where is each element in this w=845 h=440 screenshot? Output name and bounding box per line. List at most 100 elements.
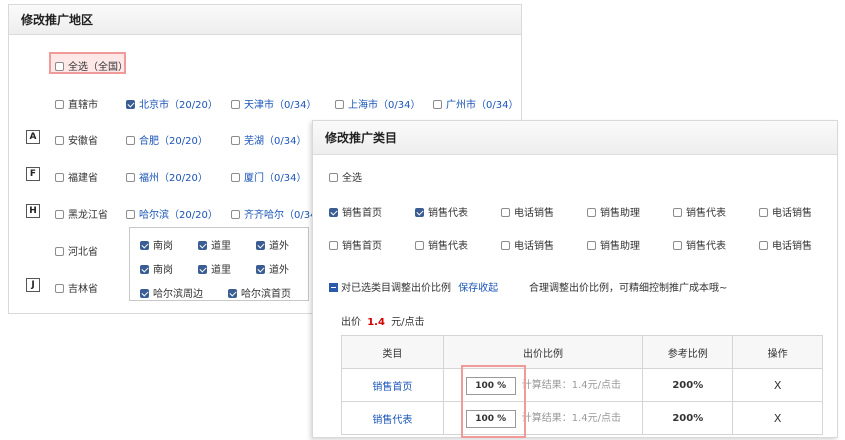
city-option[interactable]: 厦门（0/34） — [231, 169, 306, 184]
category-option-label: 电话销售 — [514, 241, 554, 252]
checkbox-icon[interactable] — [231, 136, 240, 145]
checkbox-icon[interactable] — [55, 136, 64, 145]
checkbox-icon[interactable] — [55, 247, 64, 256]
category-select-all[interactable]: 全选 — [329, 169, 362, 184]
province-option[interactable]: 吉林省 — [55, 280, 98, 295]
category-option[interactable]: 销售首页 — [329, 237, 382, 252]
checkbox-icon[interactable] — [673, 241, 682, 250]
district-option[interactable]: 道里 — [198, 237, 231, 252]
district-option[interactable]: 道外 — [256, 261, 289, 276]
checkbox-icon[interactable] — [329, 208, 338, 217]
district-option[interactable]: 哈尔滨首页 — [228, 285, 291, 300]
checkbox-icon[interactable] — [231, 100, 240, 109]
region-panel-title: 修改推广地区 — [9, 5, 521, 35]
checkbox-icon[interactable] — [501, 208, 510, 217]
checkbox-icon[interactable] — [55, 284, 64, 293]
checkbox-icon[interactable] — [198, 241, 207, 250]
district-option[interactable]: 南岗 — [140, 237, 173, 252]
province-label: 吉林省 — [68, 284, 98, 295]
collapse-minus-icon[interactable] — [329, 283, 338, 292]
checkbox-icon[interactable] — [415, 208, 424, 217]
district-option[interactable]: 南岗 — [140, 261, 173, 276]
checkbox-icon[interactable] — [126, 100, 135, 109]
category-option[interactable]: 销售代表 — [673, 204, 726, 219]
save-collapse-link[interactable]: 保存收起 — [458, 283, 498, 294]
checkbox-icon[interactable] — [140, 241, 149, 250]
checkbox-icon[interactable] — [256, 265, 265, 274]
adjust-ratio-label: 对已选类目调整出价比例 — [341, 283, 451, 294]
category-option-label: 电话销售 — [514, 208, 554, 219]
checkbox-icon[interactable] — [231, 210, 240, 219]
district-option[interactable]: 道里 — [198, 261, 231, 276]
col-header-reference: 参考比例 — [642, 335, 734, 369]
district-option[interactable]: 哈尔滨周边 — [140, 285, 203, 300]
checkbox-icon[interactable] — [335, 100, 344, 109]
checkbox-icon[interactable] — [55, 100, 64, 109]
letter-index-a: A — [26, 130, 40, 144]
city-option[interactable]: 哈尔滨（20/20） — [126, 206, 218, 221]
province-option[interactable]: 安徽省 — [55, 132, 98, 147]
checkbox-icon[interactable] — [126, 173, 135, 182]
district-option[interactable]: 道外 — [256, 237, 289, 252]
city-option[interactable]: 福州（20/20） — [126, 169, 208, 184]
checkbox-icon[interactable] — [759, 208, 768, 217]
city-option[interactable]: 合肥（20/20） — [126, 132, 208, 147]
province-option[interactable]: 河北省 — [55, 243, 98, 258]
city-option[interactable]: 天津市（0/34） — [231, 96, 316, 111]
checkbox-icon[interactable] — [140, 265, 149, 274]
checkbox-icon[interactable] — [759, 241, 768, 250]
category-option[interactable]: 销售助理 — [587, 237, 640, 252]
checkbox-icon[interactable] — [126, 136, 135, 145]
row-category-link[interactable]: 销售代表 — [372, 415, 412, 426]
category-option[interactable]: 电话销售 — [759, 204, 812, 219]
calc-result: 计算结果：1.4元/点击 — [521, 412, 622, 424]
bid-prefix: 出价 — [341, 317, 361, 328]
city-option[interactable]: 广州市（0/34） — [433, 96, 518, 111]
city-label: 天津市（0/34） — [244, 100, 317, 111]
city-option[interactable]: 上海市（0/34） — [335, 96, 420, 111]
checkbox-icon[interactable] — [228, 289, 237, 298]
row-action: X — [732, 368, 823, 402]
row-category-link[interactable]: 销售首页 — [372, 382, 412, 393]
category-option[interactable]: 销售代表 — [415, 204, 468, 219]
col-header-category: 类目 — [341, 335, 444, 369]
checkbox-icon[interactable] — [55, 210, 64, 219]
category-option[interactable]: 电话销售 — [501, 237, 554, 252]
region-select-all[interactable]: 全选（全国） — [55, 58, 128, 73]
delete-x-icon[interactable]: X — [774, 412, 782, 425]
checkbox-icon[interactable] — [140, 289, 149, 298]
category-option[interactable]: 销售首页 — [329, 204, 382, 219]
province-option[interactable]: 直辖市 — [55, 96, 98, 111]
checkbox-icon[interactable] — [587, 208, 596, 217]
category-option-label: 销售首页 — [342, 208, 382, 219]
letter-index-f: F — [26, 167, 40, 181]
category-option[interactable]: 电话销售 — [759, 237, 812, 252]
category-option[interactable]: 电话销售 — [501, 204, 554, 219]
delete-x-icon[interactable]: X — [774, 379, 782, 392]
checkbox-icon[interactable] — [231, 173, 240, 182]
checkbox-icon[interactable] — [415, 241, 424, 250]
category-option[interactable]: 销售代表 — [415, 237, 468, 252]
letter-index-h: H — [26, 204, 40, 218]
checkbox-icon[interactable] — [329, 173, 338, 182]
checkbox-icon[interactable] — [587, 241, 596, 250]
province-option[interactable]: 福建省 — [55, 169, 98, 184]
checkbox-icon[interactable] — [55, 173, 64, 182]
table-row: 销售代表 100 % 计算结果：1.4元/点击 200% X — [341, 401, 823, 435]
checkbox-icon[interactable] — [501, 241, 510, 250]
category-option[interactable]: 销售助理 — [587, 204, 640, 219]
province-option[interactable]: 黑龙江省 — [55, 206, 108, 221]
district-label: 道里 — [211, 241, 231, 252]
checkbox-icon[interactable] — [433, 100, 442, 109]
city-label: 合肥（20/20） — [139, 136, 208, 147]
checkbox-icon[interactable] — [55, 62, 64, 71]
checkbox-icon[interactable] — [126, 210, 135, 219]
bid-value: 1.4 — [367, 317, 385, 328]
category-option[interactable]: 销售代表 — [673, 237, 726, 252]
checkbox-icon[interactable] — [198, 265, 207, 274]
city-option[interactable]: 北京市（20/20） — [126, 96, 218, 111]
checkbox-icon[interactable] — [329, 241, 338, 250]
checkbox-icon[interactable] — [256, 241, 265, 250]
city-option[interactable]: 芜湖（0/34） — [231, 132, 306, 147]
checkbox-icon[interactable] — [673, 208, 682, 217]
